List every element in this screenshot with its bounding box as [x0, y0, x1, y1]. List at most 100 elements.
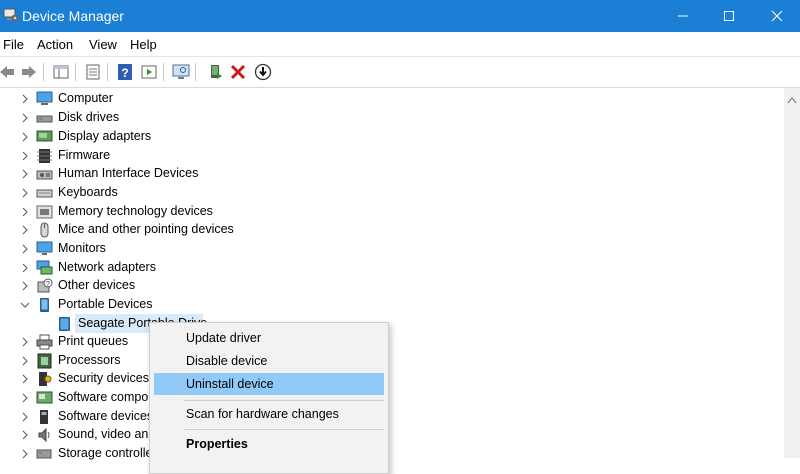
disk-drive-icon [36, 110, 53, 126]
context-menu: Update driver Disable device Uninstall d… [149, 322, 389, 474]
tree-item-label: Portable Devices [58, 297, 153, 311]
help-button[interactable]: ? [114, 61, 136, 83]
update-driver-button[interactable] [204, 61, 226, 83]
properties-button[interactable] [82, 61, 104, 83]
tree-item-firmware[interactable]: Firmware [0, 147, 400, 165]
tree-item-label: Computer [58, 91, 113, 105]
printer-icon [36, 334, 53, 350]
menu-item-scan-hardware[interactable]: Scan for hardware changes [154, 403, 384, 425]
show-hide-console-tree-button[interactable] [50, 61, 72, 83]
chevron-right-icon[interactable] [20, 411, 30, 423]
menu-action[interactable]: Action [37, 37, 73, 52]
svg-text:?: ? [121, 66, 128, 80]
chevron-right-icon[interactable] [20, 373, 30, 385]
menu-item-disable-device[interactable]: Disable device [154, 350, 384, 372]
svg-text:?: ? [46, 281, 50, 288]
menu-item-update-driver[interactable]: Update driver [154, 327, 384, 349]
disable-device-icon [254, 63, 272, 81]
chevron-right-icon[interactable] [20, 187, 30, 199]
menu-item-label: Properties [186, 437, 248, 451]
menu-file[interactable]: File [3, 37, 24, 52]
processor-icon [36, 353, 53, 369]
properties-icon [86, 64, 100, 80]
firmware-icon [36, 148, 53, 164]
tree-item-network-adapters[interactable]: Network adapters [0, 259, 400, 277]
chevron-right-icon[interactable] [20, 206, 30, 218]
tree-item-label: Network adapters [58, 260, 156, 274]
chevron-right-icon[interactable] [20, 448, 30, 460]
speaker-icon [36, 427, 53, 443]
chevron-right-icon[interactable] [20, 131, 30, 143]
security-device-icon [36, 371, 53, 387]
uninstall-device-button[interactable] [227, 61, 249, 83]
help-icon: ? [118, 64, 132, 80]
title-bar: Device Manager [0, 0, 800, 32]
chevron-right-icon[interactable] [20, 262, 30, 274]
vertical-scrollbar[interactable] [784, 88, 800, 458]
tree-item-label: Memory technology devices [58, 204, 213, 218]
tree-item-label: Sound, video and [58, 427, 156, 441]
forward-arrow-icon [22, 66, 36, 78]
software-device-icon [36, 409, 53, 425]
tree-item-other-devices[interactable]: ? Other devices [0, 277, 400, 295]
maximize-button[interactable] [706, 0, 752, 32]
uninstall-icon [230, 64, 246, 80]
tree-item-portable-devices[interactable]: Portable Devices [0, 296, 400, 314]
tree-item-memory-technology-devices[interactable]: Memory technology devices [0, 203, 400, 221]
toolbar: ? [0, 57, 800, 88]
chevron-right-icon[interactable] [20, 429, 30, 441]
tree-item-label: Disk drives [58, 110, 120, 124]
console-tree-icon [53, 65, 69, 79]
chevron-right-icon[interactable] [20, 336, 30, 348]
tree-item-human-interface-devices[interactable]: Human Interface Devices [0, 165, 400, 183]
tree-item-display-adapters[interactable]: Display adapters [0, 128, 400, 146]
disable-device-button[interactable] [252, 61, 274, 83]
monitor-scan-icon [172, 64, 190, 79]
menu-view[interactable]: View [89, 37, 117, 52]
action-pane-button[interactable] [138, 61, 160, 83]
unknown-device-icon: ? [36, 278, 53, 294]
chevron-right-icon[interactable] [20, 392, 30, 404]
chevron-right-icon[interactable] [20, 243, 30, 255]
tree-item-label: Firmware [58, 148, 111, 162]
chevron-right-icon[interactable] [20, 168, 30, 180]
update-driver-icon [211, 65, 222, 79]
device-tree: Computer Disk drives Display adapters Fi… [0, 88, 784, 460]
memory-icon [36, 204, 53, 220]
tree-item-computer[interactable]: Computer [0, 90, 400, 108]
display-adapter-icon [36, 129, 53, 145]
back-button[interactable] [0, 61, 18, 83]
menu-separator [184, 429, 384, 430]
close-button[interactable] [754, 0, 800, 32]
chevron-right-icon[interactable] [20, 224, 30, 236]
tree-item-disk-drives[interactable]: Disk drives [0, 109, 400, 127]
tree-item-mice[interactable]: Mice and other pointing devices [0, 221, 400, 239]
chevron-right-icon[interactable] [20, 93, 30, 105]
chevron-right-icon[interactable] [20, 280, 30, 292]
chevron-down-icon[interactable] [20, 299, 30, 311]
menu-item-label: Update driver [186, 331, 262, 345]
chevron-right-icon[interactable] [20, 355, 30, 367]
close-icon [771, 10, 783, 22]
minimize-button[interactable] [660, 0, 706, 32]
menu-item-label: Scan for hardware changes [186, 407, 339, 421]
menu-item-uninstall-device[interactable]: Uninstall device [154, 373, 384, 395]
tree-item-keyboards[interactable]: Keyboards [0, 184, 400, 202]
menu-item-properties[interactable]: Properties [154, 433, 384, 455]
window-title: Device Manager [22, 8, 124, 24]
software-component-icon [36, 390, 53, 406]
computer-icon [36, 91, 53, 107]
monitor-icon [36, 241, 53, 257]
scroll-up-icon[interactable] [787, 92, 797, 104]
tree-item-label: Security devices [58, 371, 150, 385]
hid-icon [36, 166, 53, 182]
tree-item-monitors[interactable]: Monitors [0, 240, 400, 258]
tree-item-label: Other devices [58, 278, 136, 292]
forward-button[interactable] [18, 61, 40, 83]
chevron-right-icon[interactable] [20, 112, 30, 124]
chevron-right-icon[interactable] [20, 150, 30, 162]
tree-item-label: Software devices [58, 409, 154, 423]
scan-hardware-button[interactable] [170, 61, 192, 83]
toolbar-separator [195, 63, 196, 81]
menu-help[interactable]: Help [130, 37, 157, 52]
